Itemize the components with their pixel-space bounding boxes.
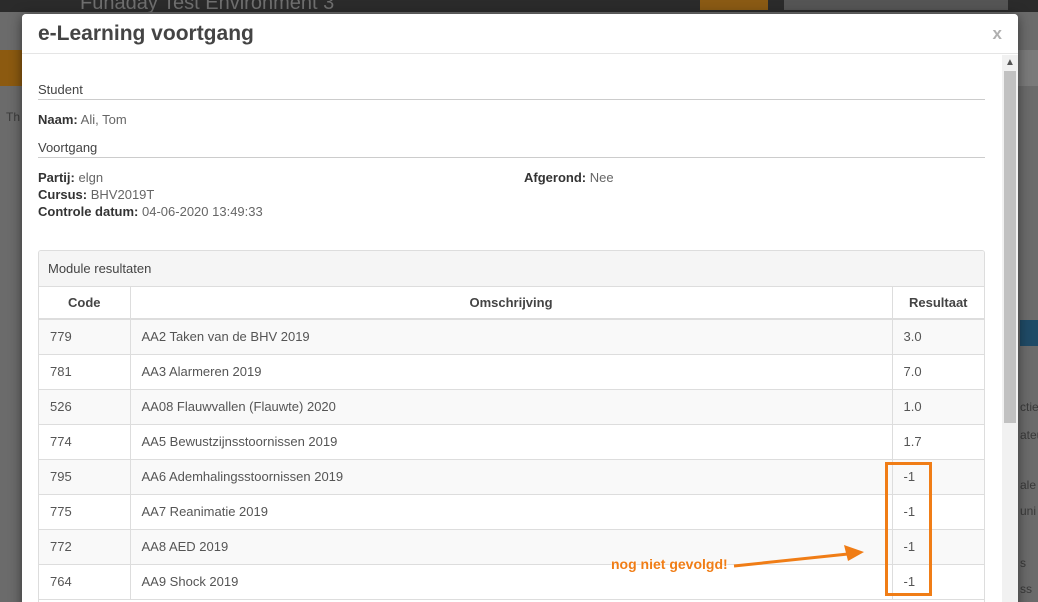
background-header: Funaday Test Environment 3 (0, 0, 1038, 14)
cell-description: AA6 Ademhalingsstoornissen 2019 (130, 459, 893, 495)
panel-title: Module resultaten (39, 251, 984, 287)
modal-header: e-Learning voortgang x (22, 14, 1018, 54)
background-search-input (784, 0, 1008, 10)
completed-value: Nee (589, 170, 614, 185)
close-button[interactable]: x (993, 24, 1002, 44)
student-section-title: Student (38, 82, 83, 97)
completed-field: Afgerond: Nee (524, 170, 614, 185)
cell-code: 795 (39, 459, 131, 495)
background-text-fragment: ale (1020, 478, 1037, 492)
party-value: elgn (78, 170, 104, 185)
column-header-description[interactable]: Omschrijving (129, 287, 893, 320)
cell-code: 781 (39, 354, 131, 390)
check-date-value: 04-06-2020 13:49:33 (142, 204, 263, 219)
scroll-up-arrow-icon[interactable]: ▲ (1002, 55, 1018, 71)
party-label: Partij: (38, 170, 75, 185)
name-label: Naam: (38, 112, 78, 127)
name-value: Ali, Tom (80, 112, 127, 127)
course-field: Cursus: BHV2019T (38, 187, 154, 202)
cell-result: 3.0 (892, 319, 984, 355)
cell-description: AA5 Bewustzijnsstoornissen 2019 (130, 424, 893, 460)
cell-code: 779 (39, 319, 131, 355)
background-text-fragment: uni (1020, 504, 1037, 518)
cell-code: 772 (39, 529, 131, 565)
background-blue-block (1020, 320, 1038, 346)
background-text-fragment: ateu (1020, 428, 1038, 442)
cell-result: 1.7 (892, 424, 984, 460)
section-divider (38, 157, 985, 158)
modal-scrollbar[interactable]: ▲ (1002, 55, 1018, 602)
background-tab-text: Th (6, 110, 21, 124)
scroll-thumb[interactable] (1004, 71, 1016, 423)
table-header-row: Code Omschrijving Resultaat (39, 287, 984, 320)
cell-description: AA08 Flauwvallen (Flauwte) 2020 (130, 389, 893, 425)
student-name: Naam: Ali, Tom (38, 112, 127, 127)
check-date-label: Controle datum: (38, 204, 139, 219)
cell-code: 775 (39, 494, 131, 530)
section-divider (38, 99, 985, 100)
cell-code: 774 (39, 424, 131, 460)
highlight-box (885, 462, 932, 596)
cell-description: AA2 Taken van de BHV 2019 (130, 319, 893, 355)
annotation-label: nog niet gevolgd! (611, 556, 728, 572)
course-label: Cursus: (38, 187, 88, 202)
completed-label: Afgerond: (524, 170, 587, 185)
cell-code: 764 (39, 564, 131, 600)
background-text-fragment: s (1020, 556, 1026, 570)
cell-result: 1.0 (892, 389, 984, 425)
background-support-button (700, 0, 768, 10)
table-row: 795 AA6 Ademhalingsstoornissen 2019 -1 (39, 459, 984, 495)
check-date-field: Controle datum: 04-06-2020 13:49:33 (38, 204, 263, 219)
table-row: 781 AA3 Alarmeren 2019 7.0 (39, 354, 984, 390)
background-text-fragment: ss (1020, 582, 1032, 596)
progress-section-title: Voortgang (38, 140, 98, 155)
table-row: 774 AA5 Bewustzijnsstoornissen 2019 1.7 (39, 424, 984, 460)
column-header-result[interactable]: Resultaat (891, 287, 984, 320)
cell-code: 526 (39, 389, 131, 425)
modal-title: e-Learning voortgang (38, 22, 254, 45)
course-value: BHV2019T (90, 187, 155, 202)
elearning-progress-modal: e-Learning voortgang x Student Naam: Ali… (22, 14, 1018, 602)
background-nav-orange (0, 50, 22, 86)
table-row: 779 AA2 Taken van de BHV 2019 3.0 (39, 319, 984, 355)
background-text-fragment: ctie (1020, 400, 1038, 414)
party-field: Partij: elgn (38, 170, 103, 185)
cell-result: 7.0 (892, 354, 984, 390)
cell-description: AA3 Alarmeren 2019 (130, 354, 893, 390)
arrow-icon (733, 545, 864, 568)
modal-body: Student Naam: Ali, Tom Voortgang Partij:… (22, 55, 1002, 602)
table-row: 526 AA08 Flauwvallen (Flauwte) 2020 1.0 (39, 389, 984, 425)
table-row: 775 AA7 Reanimatie 2019 -1 (39, 494, 984, 530)
column-header-code[interactable]: Code (39, 287, 131, 320)
cell-description: AA7 Reanimatie 2019 (130, 494, 893, 530)
